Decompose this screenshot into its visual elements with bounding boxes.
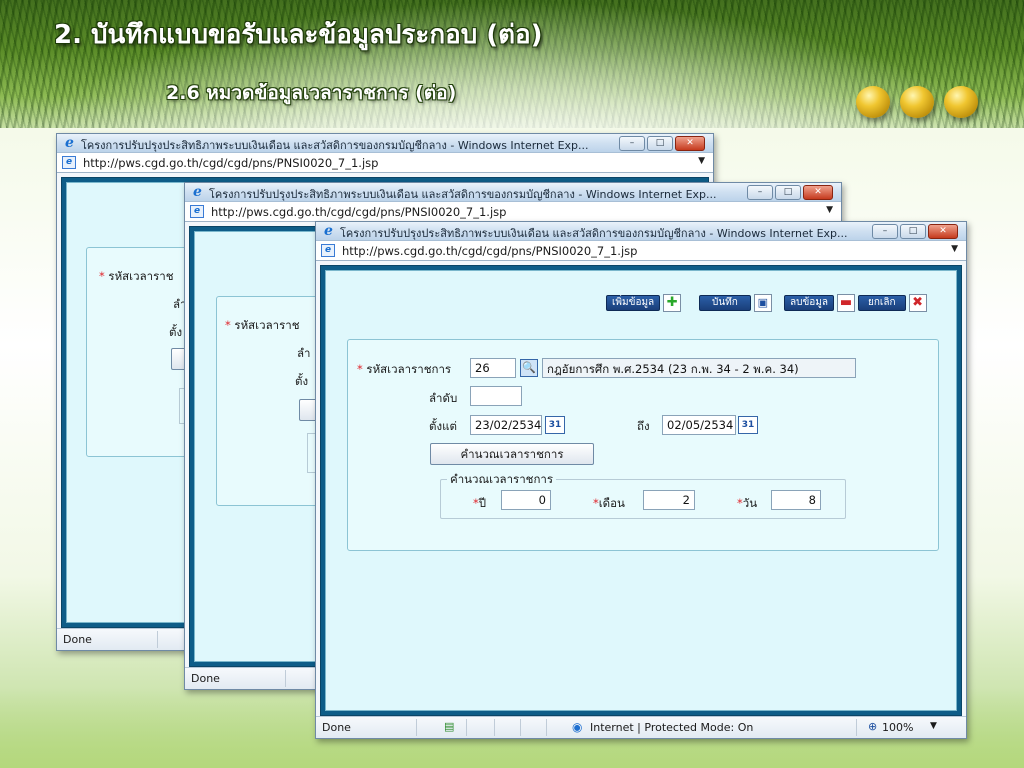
month-input[interactable]: 2 (643, 490, 695, 510)
calc-result-group-legend: คำนวณเวลาราชการ (447, 471, 557, 489)
add-button[interactable]: เพิ่มข้อมูล ✚ (606, 293, 682, 313)
code-label: * รหัสเวลาราชการ (357, 362, 452, 376)
status-text: Done (63, 633, 92, 646)
calculate-service-time-button[interactable]: คำนวณเวลาราชการ (430, 443, 594, 465)
code-input[interactable]: 26 (470, 358, 516, 378)
year-label: *ปี (473, 496, 487, 510)
minus-icon: ▬ (837, 294, 856, 312)
globe-icon: ◉ (572, 720, 583, 734)
from-date-input[interactable]: 23/02/2534 (470, 415, 542, 435)
minimize-button[interactable]: – (619, 136, 645, 151)
zoom-level[interactable]: 100% (882, 721, 913, 734)
save-button-label: บันทึก (699, 295, 751, 311)
add-button-label: เพิ่มข้อมูล (606, 295, 661, 311)
dropdown-arrow-icon[interactable]: ▼ (826, 205, 833, 215)
status-text: Done (322, 721, 351, 734)
window-title: โครงการปรับปรุงประสิทธิภาพระบบเงินเดือน … (81, 139, 589, 152)
save-button[interactable]: บันทึก ▣ (699, 293, 772, 313)
page-icon: e (62, 156, 76, 169)
status-text: Done (191, 672, 220, 685)
address-url[interactable]: http://pws.cgd.go.th/cgd/cgd/pns/PNSI002… (83, 156, 378, 170)
internet-explorer-icon: e (193, 184, 202, 200)
status-bar: Done ▤ ◉ Internet | Protected Mode: On ⊕… (316, 716, 966, 738)
day-input[interactable]: 8 (771, 490, 821, 510)
from-label: ตั้ง (169, 325, 183, 339)
address-bar[interactable]: e http://pws.cgd.go.th/cgd/cgd/pns/PNSI0… (185, 202, 841, 222)
window-title: โครงการปรับปรุงประสิทธิภาพระบบเงินเดือน … (340, 227, 848, 240)
from-date-label: ตั้งแต่ (429, 419, 457, 433)
window-title: โครงการปรับปรุงประสิทธิภาพระบบเงินเดือน … (209, 188, 717, 201)
address-url[interactable]: http://pws.cgd.go.th/cgd/cgd/pns/PNSI002… (211, 205, 506, 219)
cancel-x-icon: ✖ (908, 294, 927, 312)
day-label: *วัน (737, 496, 758, 510)
order-label: ลำ (297, 346, 311, 360)
address-bar[interactable]: e http://pws.cgd.go.th/cgd/cgd/pns/PNSI0… (57, 153, 713, 173)
page-content: เพิ่มข้อมูล ✚ บันทึก ▣ ลบข้อมูล ▬ ยกเลิก… (325, 270, 957, 711)
dropdown-arrow-icon[interactable]: ▼ (951, 244, 958, 254)
address-bar[interactable]: e http://pws.cgd.go.th/cgd/cgd/pns/PNSI0… (316, 241, 966, 261)
code-description-field: กฎอัยการศึก พ.ศ.2534 (23 ก.พ. 34 - 2 พ.ค… (542, 358, 856, 378)
floppy-disk-icon: ▣ (753, 294, 772, 312)
year-input[interactable]: 0 (501, 490, 551, 510)
decorative-ball (900, 86, 934, 118)
code-label: * รหัสเวลาราช (99, 269, 174, 283)
title-bar[interactable]: e โครงการปรับปรุงประสิทธิภาพระบบเงินเดือ… (316, 222, 966, 241)
maximize-button[interactable]: □ (647, 136, 673, 151)
from-calendar-icon[interactable]: 31 (545, 416, 565, 434)
internet-explorer-icon: e (324, 223, 333, 239)
close-button[interactable]: ✕ (803, 185, 833, 200)
close-button[interactable]: ✕ (675, 136, 705, 151)
dropdown-arrow-icon[interactable]: ▼ (698, 156, 705, 166)
form-panel: * รหัสเวลาราช ลำ ตั้ง (216, 296, 329, 506)
cancel-button[interactable]: ยกเลิก ✖ (858, 293, 927, 313)
security-zone-text[interactable]: Internet | Protected Mode: On (590, 721, 753, 734)
title-bar[interactable]: e โครงการปรับปรุงประสิทธิภาพระบบเงินเดือ… (185, 183, 841, 202)
slide-subtitle: 2.6 หมวดข้อมูลเวลาราชการ (ต่อ) (166, 82, 457, 104)
maximize-button[interactable]: □ (900, 224, 926, 239)
zoom-dropdown-icon[interactable]: ▼ (930, 721, 937, 731)
calc-result-group: คำนวณเวลาราชการ *ปี 0 *เดือน 2 *วัน 8 (440, 471, 846, 519)
from-label: ตั้ง (295, 374, 309, 388)
plus-icon: ✚ (663, 294, 682, 312)
order-label: ลำดับ (429, 391, 458, 405)
page-icon: e (321, 244, 335, 257)
to-calendar-icon[interactable]: 31 (738, 416, 758, 434)
magnifier-icon: ⊕ (868, 720, 878, 733)
close-button[interactable]: ✕ (928, 224, 958, 239)
delete-button[interactable]: ลบข้อมูล ▬ (784, 293, 856, 313)
page-frame: เพิ่มข้อมูล ✚ บันทึก ▣ ลบข้อมูล ▬ ยกเลิก… (320, 265, 962, 716)
minimize-button[interactable]: – (872, 224, 898, 239)
internet-explorer-icon: e (65, 135, 74, 151)
search-icon[interactable]: 🔍 (520, 359, 538, 377)
delete-button-label: ลบข้อมูล (784, 295, 835, 311)
page-warning-icon[interactable]: ▤ (444, 720, 454, 733)
address-url[interactable]: http://pws.cgd.go.th/cgd/cgd/pns/PNSI002… (342, 244, 637, 258)
to-date-label: ถึง (637, 419, 650, 433)
time-record-form: * รหัสเวลาราชการ 26 🔍 กฎอัยการศึก พ.ศ.25… (347, 339, 939, 551)
decorative-ball (856, 86, 890, 118)
code-label: * รหัสเวลาราช (225, 318, 300, 332)
order-input[interactable] (470, 386, 522, 406)
title-bar[interactable]: e โครงการปรับปรุงประสิทธิภาพระบบเงินเดือ… (57, 134, 713, 153)
browser-window-front: e โครงการปรับปรุงประสิทธิภาพระบบเงินเดือ… (315, 221, 967, 739)
to-date-input[interactable]: 02/05/2534 (662, 415, 736, 435)
cancel-button-label: ยกเลิก (858, 295, 906, 311)
minimize-button[interactable]: – (747, 185, 773, 200)
decorative-ball (944, 86, 978, 118)
slide-title: 2. บันทึกแบบขอรับและข้อมูลประกอบ (ต่อ) (54, 20, 543, 50)
month-label: *เดือน (593, 496, 625, 510)
maximize-button[interactable]: □ (775, 185, 801, 200)
page-icon: e (190, 205, 204, 218)
